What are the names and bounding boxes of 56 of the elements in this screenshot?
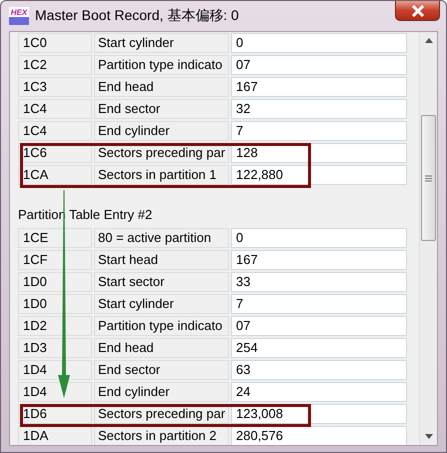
value-field[interactable]: 167 [231,77,407,97]
offset-cell: 1D3 [18,338,92,358]
description-cell: Start cylinder [94,33,229,53]
value-field[interactable]: 7 [231,294,407,314]
description-cell: Sectors in partition 1 [94,165,229,185]
description-cell: End cylinder [94,121,229,141]
offset-cell: 1D0 [18,294,92,314]
offset-cell: 1C4 [18,121,92,141]
value-field[interactable]: 280,576 [231,426,407,445]
value-field[interactable]: 07 [231,55,407,75]
value-field[interactable]: 123,008 [231,404,407,424]
close-icon [410,4,424,16]
offset-cell: 1D2 [18,316,92,336]
offset-cell: 1CE [18,228,92,248]
description-cell: End cylinder [94,382,229,402]
value-field[interactable]: 07 [231,316,407,336]
scrollbar[interactable] [419,32,437,445]
value-field[interactable]: 33 [231,272,407,292]
scroll-thumb[interactable] [421,115,436,241]
offset-cell: 1C4 [18,99,92,119]
description-cell: End head [94,77,229,97]
value-field[interactable]: 254 [231,338,407,358]
offset-cell: 1C0 [18,33,92,53]
value-field[interactable]: 7 [231,121,407,141]
description-cell: End sector [94,360,229,380]
value-field[interactable]: 63 [231,360,407,380]
offset-cell: 1C3 [18,77,92,97]
description-cell: Sectors in partition 2 [94,426,229,445]
scroll-down-icon[interactable] [424,434,432,439]
value-field[interactable]: 0 [231,228,407,248]
value-field[interactable]: 24 [231,382,407,402]
value-field[interactable]: 128 [231,143,407,163]
description-cell: End sector [94,99,229,119]
offset-cell: 1D0 [18,272,92,292]
offset-cell: 1D4 [18,382,92,402]
offset-cell: 1C2 [18,55,92,75]
description-cell: Start head [94,250,229,270]
description-cell: End head [94,338,229,358]
close-button[interactable] [395,1,440,21]
value-field[interactable]: 0 [231,33,407,53]
description-cell: 80 = active partition [94,228,229,248]
offset-cell: 1DA [18,426,92,445]
app-icon: HEX [9,7,29,25]
value-field[interactable]: 167 [231,250,407,270]
description-cell: Start cylinder [94,294,229,314]
value-field[interactable]: 122,880 [231,165,407,185]
description-cell: Partition type indicato [94,316,229,336]
offset-cell: 1CA [18,165,92,185]
grip-icon [425,174,432,182]
scroll-up-icon[interactable] [424,38,432,43]
description-cell: Partition type indicato [94,55,229,75]
value-field[interactable]: 32 [231,99,407,119]
offset-cell: 1CF [18,250,92,270]
description-cell: Start sector [94,272,229,292]
window-title: Master Boot Record, 基本偏移: 0 [35,7,240,25]
offset-cell: 1D4 [18,360,92,380]
